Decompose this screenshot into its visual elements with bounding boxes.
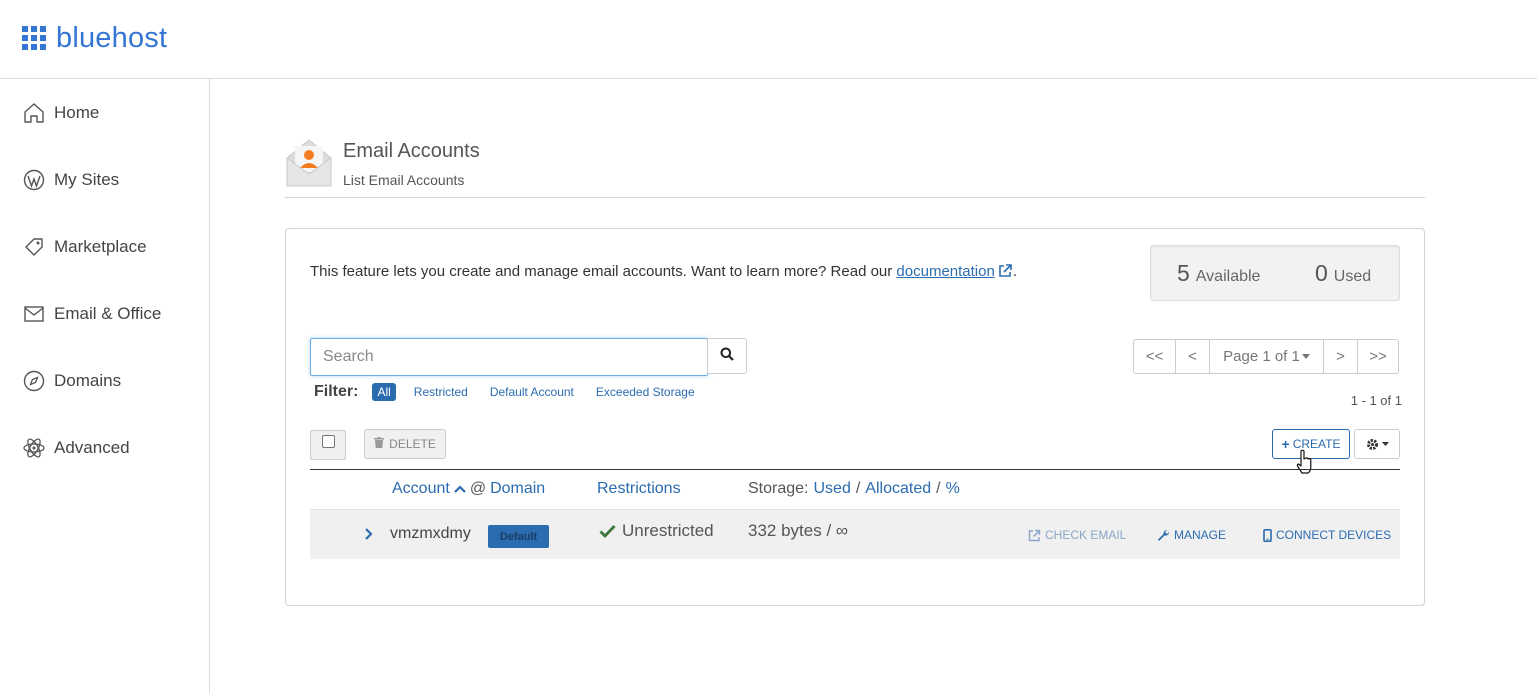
email-accounts-icon (285, 138, 333, 188)
at-sign: @ (469, 480, 487, 497)
logo-text: bluehost (56, 22, 168, 54)
available-count: 5 (1177, 260, 1190, 286)
sidebar-item-label: Marketplace (54, 237, 147, 256)
chevron-right-icon[interactable] (364, 527, 373, 546)
sidebar-item-domains[interactable]: Domains (22, 366, 121, 396)
external-link-icon (1028, 529, 1041, 542)
wrench-icon (1157, 529, 1170, 542)
select-all-wrapper (310, 430, 346, 460)
account-column-header[interactable]: Account @ Domain (392, 480, 545, 498)
compass-icon (22, 369, 46, 393)
filter-label: Filter: (314, 383, 359, 400)
manage-label: MANAGE (1174, 528, 1227, 542)
envelope-icon (22, 302, 46, 326)
storage-header-label: Storage: (748, 480, 809, 497)
intro-body: This feature lets you create and manage … (310, 263, 897, 280)
filter-exceeded-storage[interactable]: Exceeded Storage (596, 385, 695, 399)
used-label: Used (1333, 268, 1372, 285)
atom-icon (22, 436, 46, 460)
search-button[interactable] (707, 338, 747, 374)
connect-devices-label: CONNECT DEVICES (1276, 528, 1392, 542)
filter-default-account[interactable]: Default Account (490, 385, 574, 399)
available-stat: 5 Available (1177, 260, 1260, 287)
select-all-checkbox[interactable] (322, 435, 335, 448)
trash-icon (374, 437, 385, 451)
intro-text: This feature lets you create and manage … (310, 263, 1017, 282)
restriction-label: Unrestricted (622, 521, 714, 540)
search-input[interactable] (310, 338, 708, 376)
account-name[interactable]: vmzmxdmy (390, 525, 471, 543)
prev-page-button[interactable]: < (1176, 340, 1210, 373)
caret-down-icon (1381, 442, 1389, 446)
bluehost-logo[interactable]: bluehost (22, 22, 168, 54)
sort-ascending-icon (454, 485, 466, 493)
sidebar-item-label: My Sites (54, 170, 120, 189)
intro-suffix: . (1012, 263, 1017, 280)
mobile-phone-icon (1263, 528, 1272, 542)
delete-label: DELETE (389, 437, 436, 451)
filter-all[interactable]: All (372, 383, 396, 401)
filter-bar: Filter: All Restricted Default Account E… (314, 381, 717, 403)
storage-value: 332 bytes / ∞ (748, 521, 849, 540)
check-email-button[interactable]: CHECK EMAIL (1028, 528, 1126, 542)
search-icon (720, 347, 734, 366)
sidebar-item-label: Email & Office (54, 304, 162, 323)
page-title: Email Accounts (343, 140, 480, 162)
storage-used-sort[interactable]: Used (813, 480, 850, 498)
settings-dropdown-button[interactable] (1354, 429, 1400, 459)
result-range: 1 - 1 of 1 (1350, 393, 1402, 408)
storage-separator: / (855, 480, 861, 497)
logo-grid-icon (22, 26, 46, 50)
check-email-label: CHECK EMAIL (1045, 528, 1127, 542)
sidebar-item-label: Advanced (54, 438, 130, 457)
restrictions-column-header[interactable]: Restrictions (597, 480, 681, 498)
plus-icon: + (1281, 436, 1290, 452)
sidebar-item-email-office[interactable]: Email & Office (22, 299, 161, 329)
restriction-status: Unrestricted (599, 521, 714, 541)
sidebar: Home My Sites Marketplace Email & Office… (0, 79, 210, 693)
documentation-link[interactable]: documentation (896, 263, 994, 280)
page-subtitle: List Email Accounts (343, 172, 465, 188)
pagination: << < Page 1 of 1 > >> (1133, 339, 1399, 374)
page-select[interactable]: Page 1 of 1 (1210, 340, 1324, 373)
domain-header-label[interactable]: Domain (490, 480, 545, 498)
email-accounts-panel: This feature lets you create and manage … (285, 228, 1425, 606)
hand-cursor-icon (1296, 449, 1312, 480)
check-icon (599, 524, 616, 538)
last-page-button[interactable]: >> (1358, 340, 1398, 373)
account-header-label: Account (392, 480, 450, 497)
page-select-label: Page 1 of 1 (1223, 348, 1300, 365)
sidebar-item-label: Home (54, 103, 100, 122)
used-stat: 0 Used (1315, 260, 1371, 287)
first-page-button[interactable]: << (1134, 340, 1176, 373)
available-label: Available (1195, 268, 1261, 285)
top-header: bluehost (0, 0, 1537, 79)
filter-restricted[interactable]: Restricted (414, 385, 468, 399)
page-header: Email Accounts List Email Accounts (285, 138, 1425, 198)
external-link-icon (998, 263, 1013, 282)
storage-allocated-sort[interactable]: Allocated (865, 480, 931, 498)
tag-icon (22, 235, 46, 259)
used-count: 0 (1315, 260, 1328, 286)
manage-button[interactable]: MANAGE (1157, 528, 1226, 542)
account-stats: 5 Available 0 Used (1150, 245, 1400, 301)
caret-down-icon (1301, 354, 1310, 359)
storage-separator: / (936, 480, 941, 497)
sidebar-item-marketplace[interactable]: Marketplace (22, 232, 147, 262)
home-icon (22, 101, 46, 125)
gear-icon (1366, 438, 1379, 451)
delete-button[interactable]: DELETE (364, 429, 446, 459)
wordpress-icon (22, 168, 46, 192)
sidebar-item-home[interactable]: Home (22, 98, 99, 128)
sidebar-item-label: Domains (54, 371, 122, 390)
table-row: vmzmxdmy Default Unrestricted 332 bytes … (310, 509, 1400, 559)
table-top-rule (310, 469, 1400, 470)
storage-column-header: Storage: Used / Allocated / % (748, 480, 960, 498)
default-badge: Default (488, 525, 549, 548)
connect-devices-button[interactable]: CONNECT DEVICES (1263, 528, 1391, 542)
storage-percent-sort[interactable]: % (946, 480, 960, 498)
next-page-button[interactable]: > (1324, 340, 1358, 373)
sidebar-item-my-sites[interactable]: My Sites (22, 165, 119, 195)
sidebar-item-advanced[interactable]: Advanced (22, 433, 130, 463)
